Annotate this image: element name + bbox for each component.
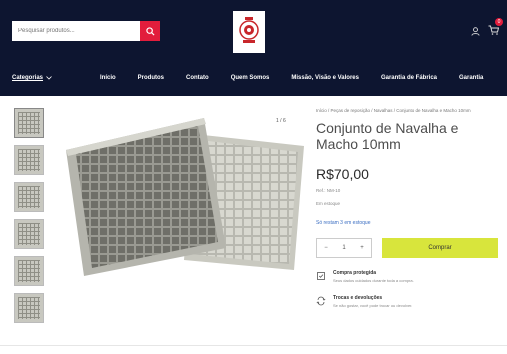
quantity-stepper[interactable]: − 1 +	[316, 238, 372, 258]
search-input[interactable]	[12, 21, 140, 41]
thumbnail-4[interactable]	[14, 219, 44, 249]
feature-desc: Seus dados cuidados durante toda a compr…	[333, 278, 414, 283]
header-bar: 0	[0, 0, 507, 64]
qty-decrease-button[interactable]: −	[324, 245, 328, 251]
qty-increase-button[interactable]: +	[360, 245, 364, 251]
thumbnail-6[interactable]	[14, 293, 44, 323]
nav-link-garantia-fabrica[interactable]: Garantia de Fábrica	[381, 75, 437, 81]
qty-value[interactable]: 1	[342, 245, 345, 251]
header-actions: 0	[471, 18, 503, 40]
return-arrows-icon	[316, 296, 326, 306]
shield-icon	[317, 272, 325, 280]
nav-link-quem-somos[interactable]: Quem Somos	[231, 75, 270, 81]
buy-button[interactable]: Comprar	[382, 238, 498, 258]
chevron-down-icon	[46, 76, 52, 80]
feature-desc: Se não gostar, você pode trocar ou devol…	[333, 303, 413, 308]
nav-link-inicio[interactable]: Início	[100, 75, 116, 81]
feature-title: Compra protegida	[333, 270, 377, 276]
thumbnail-1[interactable]	[14, 108, 44, 138]
breadcrumb: Início / Peças de reposição / Navalhas /…	[316, 108, 471, 113]
feature-title: Trocas e devoluções	[333, 295, 383, 301]
nav-link-garantia[interactable]: Garantia	[459, 75, 483, 81]
cart-button[interactable]: 0	[488, 18, 503, 40]
product-price: R$70,00	[316, 166, 369, 182]
nav-link-contato[interactable]: Contato	[186, 75, 209, 81]
search-icon	[145, 26, 155, 36]
categories-menu[interactable]: Categorias	[12, 75, 52, 81]
blade-set-image	[66, 118, 304, 276]
categories-label: Categorias	[12, 75, 44, 81]
thumbnail-5[interactable]	[14, 256, 44, 286]
nav-links: Início Produtos Contato Quem Somos Missã…	[100, 75, 505, 81]
nav-link-produtos[interactable]: Produtos	[138, 75, 164, 81]
product-info: Início / Peças de reposição / Navalhas /…	[316, 108, 501, 308]
logo-emblem-icon	[239, 17, 259, 43]
product-title: Conjunto de Navalha e Macho 10mm	[316, 120, 459, 152]
feature-returns: Trocas e devoluções Se não gostar, você …	[316, 295, 501, 308]
stock-link[interactable]: Só restam 3 em estoque	[316, 220, 501, 226]
thumbnail-3[interactable]	[14, 182, 44, 212]
main-nav: Categorias Início Produtos Contato Quem …	[0, 64, 507, 96]
store-logo[interactable]	[233, 11, 265, 53]
product-sku: Ref.: NM-10	[316, 188, 341, 193]
thumbnail-2[interactable]	[14, 145, 44, 175]
cart-count-badge: 0	[495, 18, 503, 26]
stock-status: Em estoque	[316, 201, 341, 206]
nav-link-missao[interactable]: Missão, Visão e Valores	[291, 75, 359, 81]
cart-icon	[488, 25, 500, 35]
search-button[interactable]	[140, 21, 160, 41]
feature-protected-purchase: Compra protegida Seus dados cuidados dur…	[316, 270, 501, 283]
thumbnail-gallery	[14, 108, 44, 330]
page-divider	[0, 345, 507, 346]
user-icon[interactable]	[471, 26, 480, 36]
purchase-row: − 1 + Comprar	[316, 238, 501, 258]
product-main-image[interactable]	[54, 110, 304, 280]
search-box	[12, 21, 160, 41]
image-counter: 1 / 6	[276, 118, 286, 124]
